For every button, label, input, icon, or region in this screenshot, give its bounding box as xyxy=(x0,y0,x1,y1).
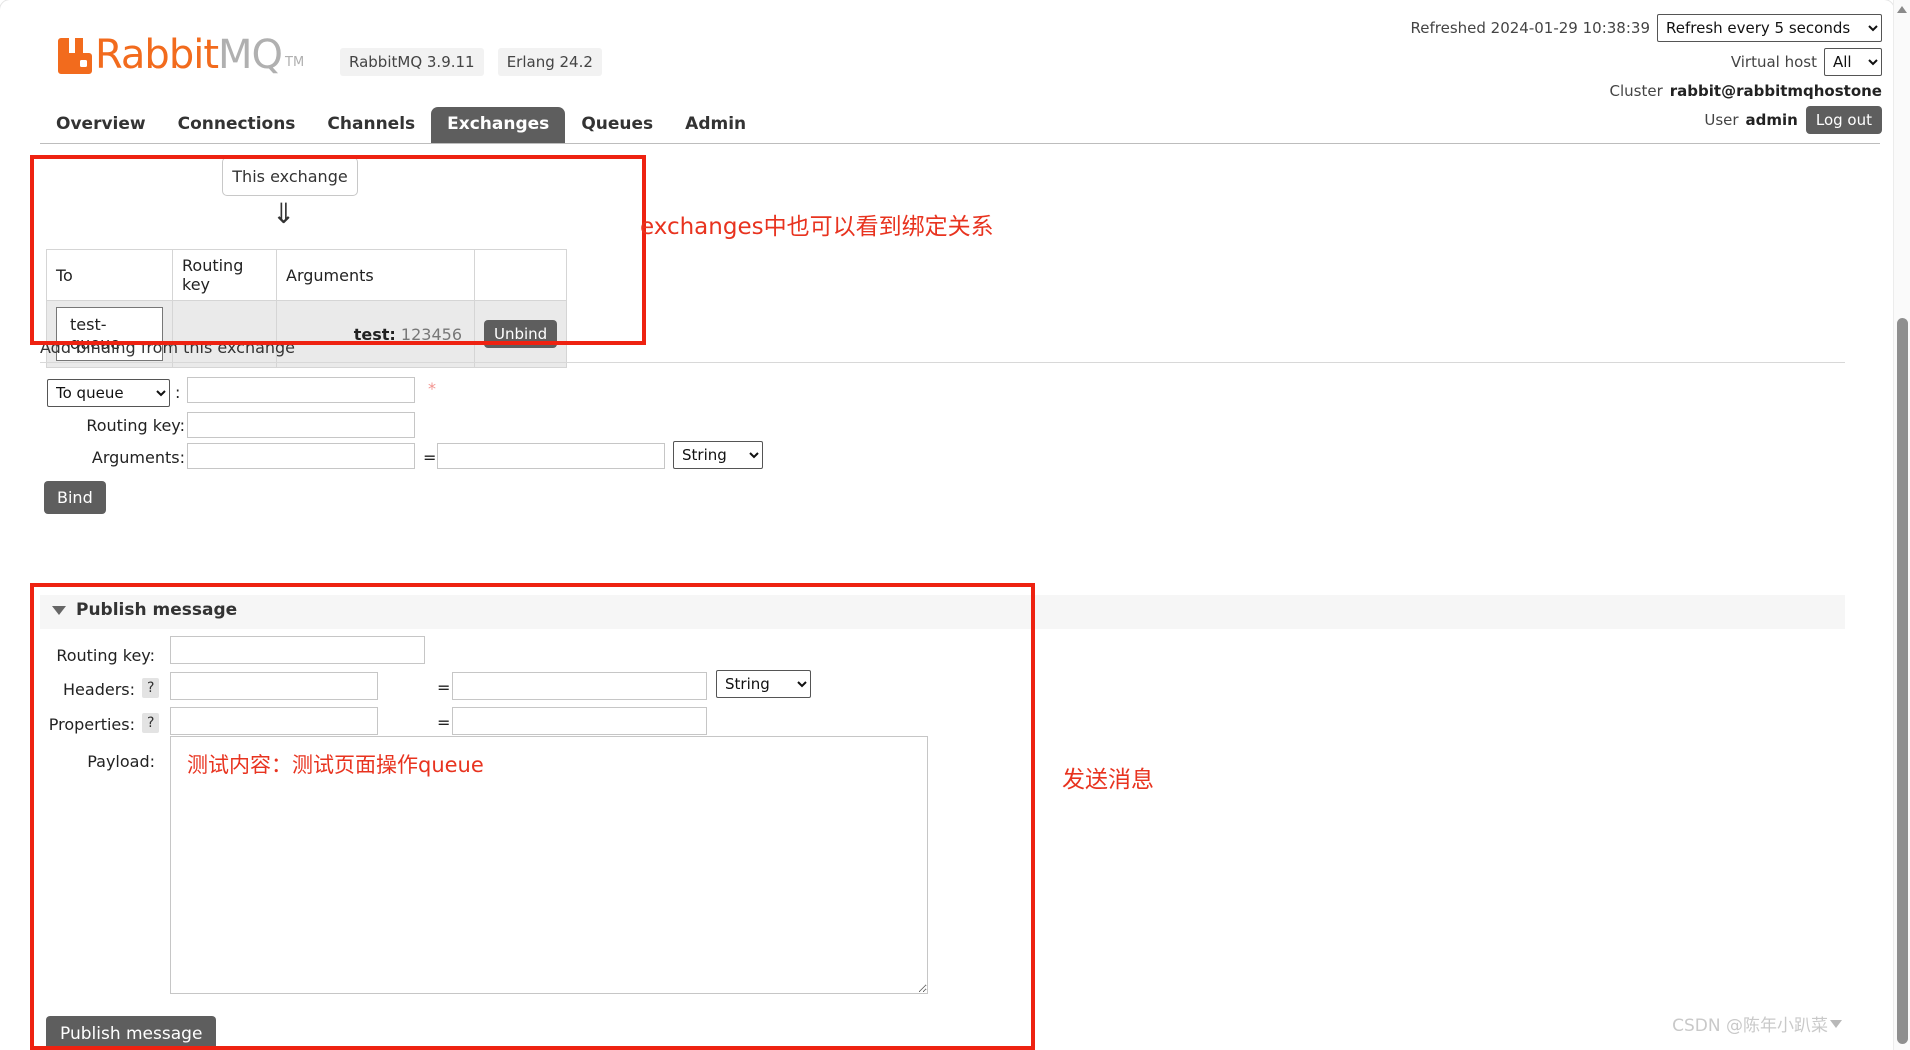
logo-trademark: TM xyxy=(285,55,305,70)
binding-argument-key: test: xyxy=(353,324,396,344)
nav-tab-connections[interactable]: Connections xyxy=(162,107,312,143)
scrollbar-thumb[interactable] xyxy=(1897,318,1908,1044)
this-exchange-node: This exchange xyxy=(222,157,358,196)
properties-help-icon[interactable]: ? xyxy=(142,713,160,734)
binding-destination-colon: : xyxy=(175,383,181,402)
erlang-version-badge: Erlang 24.2 xyxy=(497,48,602,76)
publish-properties-label: Properties: xyxy=(48,715,135,734)
cluster-row: Cluster rabbit@rabbitmqhostone xyxy=(1411,82,1882,100)
cluster-name: rabbit@rabbitmqhostone xyxy=(1669,82,1882,100)
refresh-interval-select[interactable]: Refresh every 5 seconds xyxy=(1657,14,1882,42)
rabbitmq-logo[interactable]: RabbitMQ TM xyxy=(57,28,305,75)
refreshed-timestamp: Refreshed 2024-01-29 10:38:39 xyxy=(1410,19,1650,37)
headers-help-icon[interactable]: ? xyxy=(142,678,160,699)
publish-property-key-input[interactable] xyxy=(170,707,378,735)
nav-tab-exchanges[interactable]: Exchanges xyxy=(431,106,566,143)
publish-payload-label: Payload: xyxy=(87,752,155,771)
logo-text-mq: MQ xyxy=(218,32,283,78)
rabbitmq-logo-icon xyxy=(57,36,93,74)
nav-tab-admin[interactable]: Admin xyxy=(669,107,762,143)
publish-headers-equals: = xyxy=(437,678,451,697)
bind-button[interactable]: Bind xyxy=(44,481,106,515)
binding-destination-input[interactable] xyxy=(187,377,415,403)
publish-header-key-input[interactable] xyxy=(170,672,378,700)
binding-arguments-label: Arguments: xyxy=(91,448,185,467)
binding-required-marker: * xyxy=(428,379,436,398)
page-scrollbar[interactable] xyxy=(1893,0,1910,1050)
bindings-col-actions xyxy=(473,249,568,301)
publish-properties-equals: = xyxy=(437,713,451,732)
nav-tab-queues[interactable]: Queues xyxy=(565,107,669,143)
table-row: test-queue test: 123456 Unbind xyxy=(46,300,568,368)
virtual-host-select[interactable]: All xyxy=(1824,48,1882,76)
version-pills: RabbitMQ 3.9.11 Erlang 24.2 xyxy=(340,48,611,76)
unbind-button[interactable]: Unbind xyxy=(484,320,558,348)
publish-header-value-input[interactable] xyxy=(452,672,707,700)
bindings-col-to: To xyxy=(46,249,173,301)
binding-action-cell: Unbind xyxy=(473,300,568,368)
publish-headers-label: Headers: xyxy=(63,680,135,699)
publish-message-button[interactable]: Publish message xyxy=(46,1016,217,1050)
binding-to-cell: test-queue xyxy=(46,300,173,368)
publish-message-title: Publish message xyxy=(76,600,238,620)
add-binding-divider xyxy=(40,362,1845,363)
binding-destination-type-select[interactable]: To queue xyxy=(47,379,170,407)
publish-message-panel-bar xyxy=(40,595,1845,629)
rabbitmq-version-badge: RabbitMQ 3.9.11 xyxy=(340,48,484,76)
collapse-triangle-icon xyxy=(52,605,66,615)
scroll-up-arrow-icon[interactable] xyxy=(1897,6,1907,13)
browser-content-frame: RabbitMQ TM RabbitMQ 3.9.11 Erlang 24.2 … xyxy=(0,0,1894,1050)
publish-payload-textarea[interactable]: 测试内容：测试页面操作queue xyxy=(170,736,928,994)
bindings-col-arguments: Arguments xyxy=(276,249,475,301)
binding-direction-arrow-icon: ⇓ xyxy=(272,197,296,230)
nav-tab-overview[interactable]: Overview xyxy=(40,107,162,143)
cluster-label: Cluster xyxy=(1609,82,1663,100)
publish-routing-key-input[interactable] xyxy=(170,636,425,664)
nav-tab-channels[interactable]: Channels xyxy=(311,107,431,143)
vhost-row: Virtual host All xyxy=(1411,48,1882,76)
csdn-watermark: CSDN @陈年小趴菜 xyxy=(1672,1011,1842,1036)
binding-arguments-cell: test: 123456 xyxy=(276,300,475,368)
binding-routing-key-input[interactable] xyxy=(187,412,415,438)
binding-argument-key-input[interactable] xyxy=(187,443,415,469)
publish-property-value-input[interactable] xyxy=(452,707,707,735)
publish-message-toggle[interactable]: Publish message xyxy=(52,600,237,620)
binding-argument-value-input[interactable] xyxy=(437,443,665,469)
binding-argument-type-select[interactable]: String xyxy=(673,441,763,469)
main-navigation: Overview Connections Channels Exchanges … xyxy=(40,106,1880,144)
annotation-text-publish: 发送消息 xyxy=(1062,767,1154,793)
watermark-text: CSDN @陈年小趴菜 xyxy=(1672,1016,1828,1036)
binding-argument-value: 123456 xyxy=(400,324,462,345)
binding-arguments-equals: = xyxy=(423,448,437,467)
bindings-header-row: To Routing key Arguments xyxy=(46,249,568,301)
rabbitmq-management-page: RabbitMQ TM RabbitMQ 3.9.11 Erlang 24.2 … xyxy=(0,0,1910,1050)
virtual-host-label: Virtual host xyxy=(1730,53,1817,71)
bindings-col-routingkey: Routing key xyxy=(172,249,277,301)
add-binding-section-title: Add binding from this exchange xyxy=(40,338,296,357)
publish-header-type-select[interactable]: String xyxy=(716,670,811,698)
refresh-row: Refreshed 2024-01-29 10:38:39 Refresh ev… xyxy=(1411,14,1882,42)
this-exchange-label: This exchange xyxy=(232,167,348,186)
watermark-triangle-icon xyxy=(1830,1019,1842,1028)
logo-text-rabbit: Rabbit xyxy=(95,32,219,78)
publish-routing-key-label: Routing key: xyxy=(56,646,155,665)
binding-routing-key-label: Routing key: xyxy=(86,416,185,435)
binding-routing-key-cell xyxy=(172,300,277,368)
annotation-text-bindings: exchanges中也可以看到绑定关系 xyxy=(640,214,994,240)
